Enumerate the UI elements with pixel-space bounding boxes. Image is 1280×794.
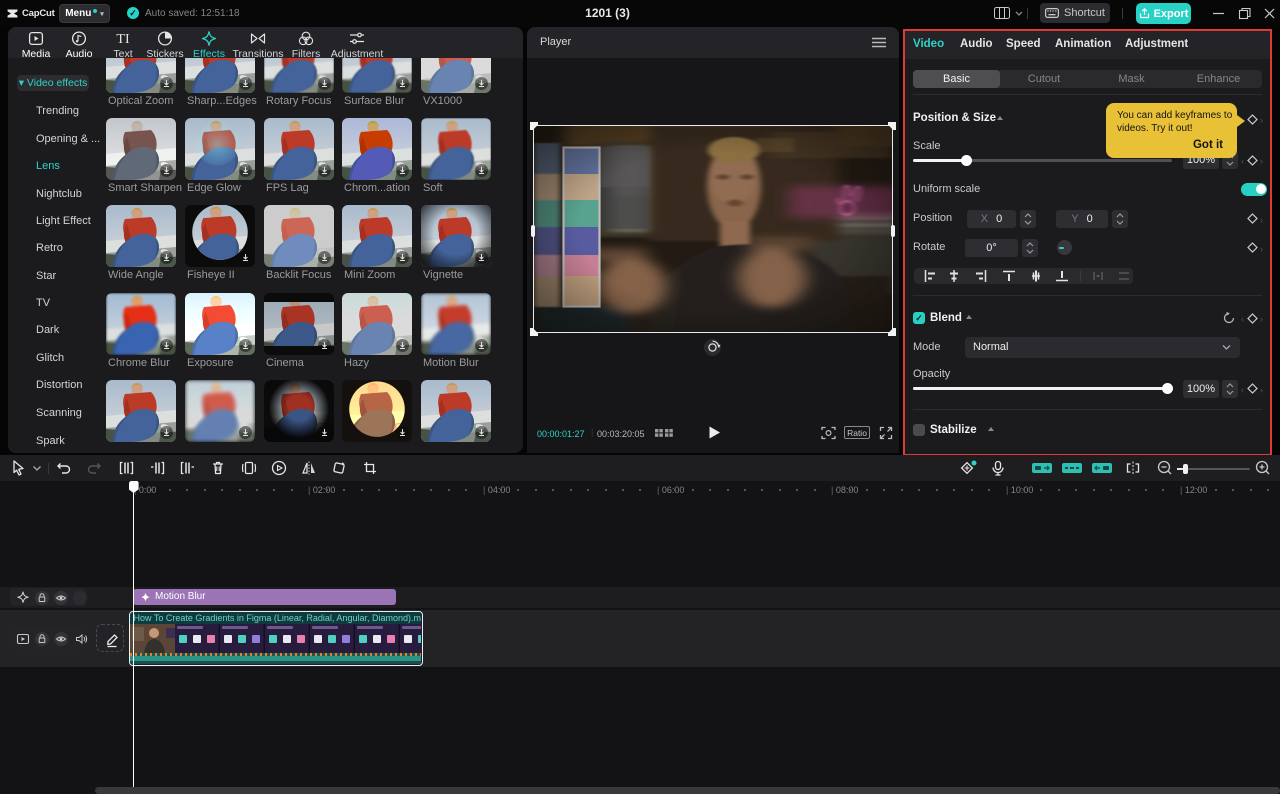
svg-text:TI: TI [116, 32, 130, 47]
